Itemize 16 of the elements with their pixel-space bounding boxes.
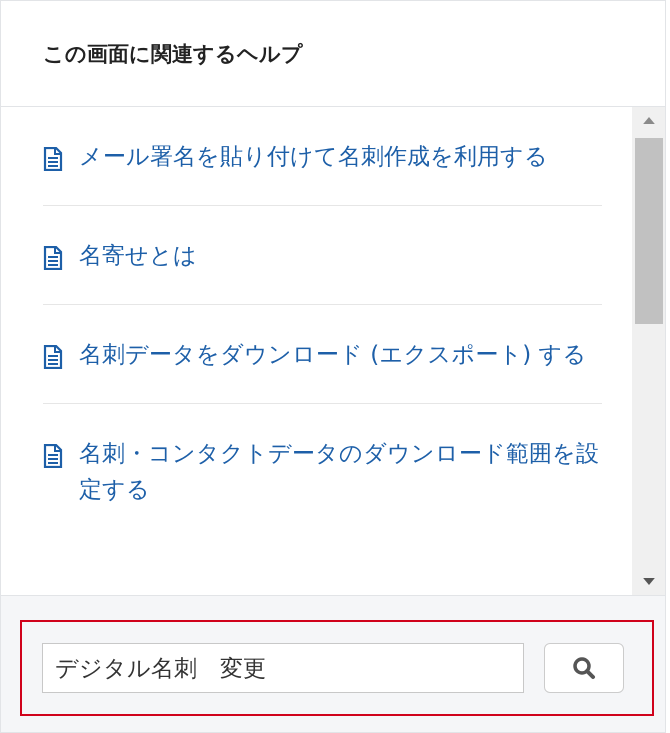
document-icon — [43, 147, 63, 171]
search-button[interactable] — [544, 643, 624, 693]
help-article-link[interactable]: メール署名を貼り付けて名刺作成を利用する — [79, 139, 548, 175]
panel-title: この画面に関連するヘルプ — [43, 40, 303, 68]
search-icon — [572, 656, 596, 680]
help-article-link[interactable]: 名寄せとは — [79, 238, 197, 274]
search-field[interactable]: デジタル名刺 変更 — [42, 643, 524, 693]
document-icon — [43, 444, 63, 468]
document-icon — [43, 345, 63, 369]
scrollbar-thumb[interactable] — [634, 138, 662, 324]
scrollbar[interactable] — [632, 107, 665, 595]
scroll-down-icon[interactable] — [642, 578, 654, 585]
help-article-link[interactable]: 名刺データをダウンロード (エクスポート) する — [79, 337, 587, 373]
help-article-link[interactable]: 名刺・コンタクトデータのダウンロード範囲を設定する — [79, 436, 602, 508]
document-icon — [43, 246, 63, 270]
scroll-up-icon[interactable] — [642, 117, 654, 124]
